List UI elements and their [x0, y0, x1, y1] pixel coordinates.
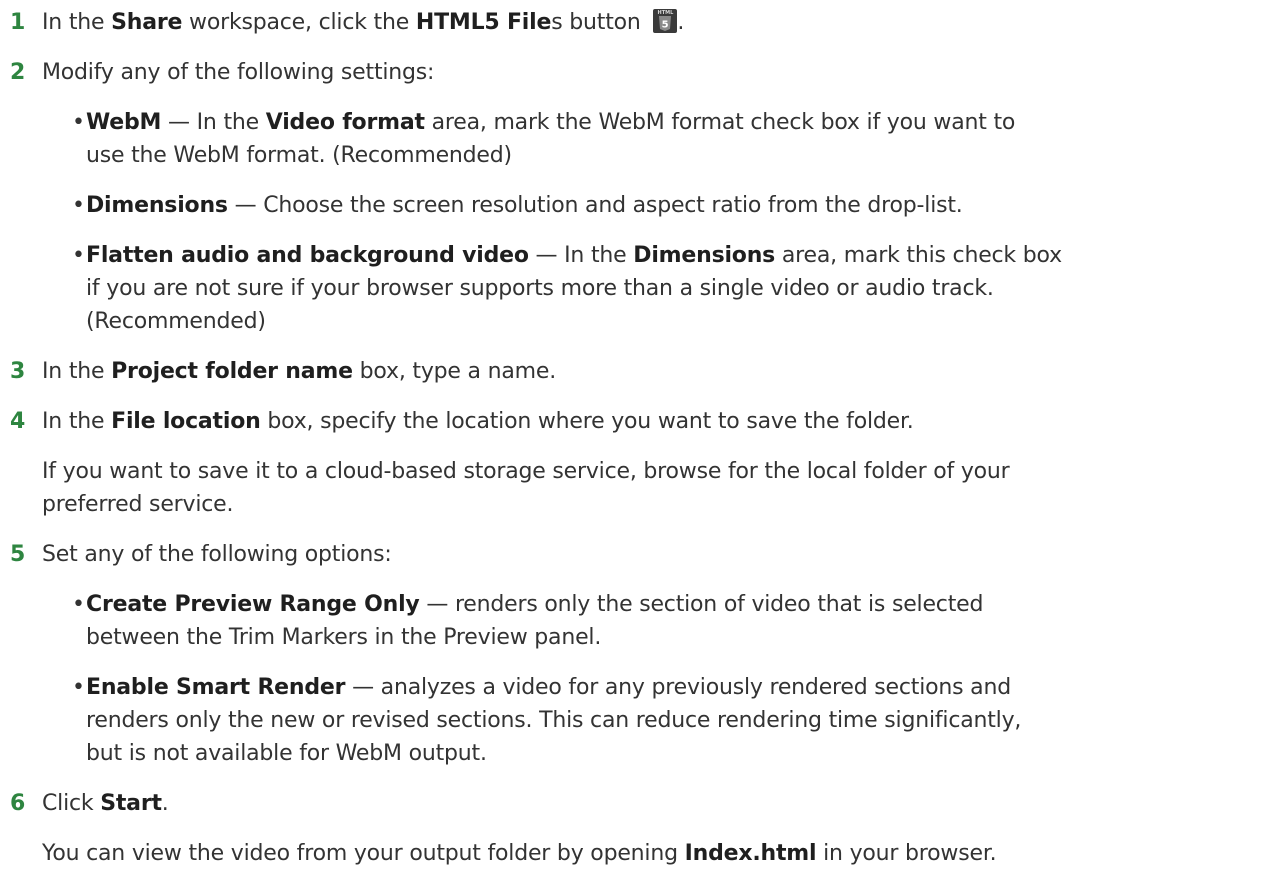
- step-text: Set any of the following options:: [42, 542, 392, 567]
- step-number: 1: [10, 10, 26, 35]
- setting-name: WebM: [86, 110, 162, 135]
- step-4-note: If you want to save it to a cloud-based …: [42, 459, 1010, 484]
- option-name: Create Preview Range Only: [86, 592, 420, 617]
- ui-term: HTML5 File: [415, 10, 552, 35]
- ui-term: Start: [100, 791, 162, 816]
- ui-term: Video format: [265, 110, 425, 135]
- step-text: In the File location box, specify the lo…: [42, 409, 914, 434]
- html5-files-icon: HTML 5: [653, 9, 678, 33]
- step-text: Click Start.: [42, 791, 169, 816]
- step-number: 4: [10, 409, 26, 434]
- step-number: 2: [10, 60, 26, 85]
- step-text: Modify any of the following settings:: [42, 60, 435, 85]
- step-text: In the Project folder name box, type a n…: [42, 359, 557, 384]
- ui-term: Share: [111, 10, 183, 35]
- step-number: 5: [10, 542, 26, 567]
- setting-name: Flatten audio and background video: [86, 243, 529, 268]
- step-4-note-line2: preferred service.: [42, 492, 234, 517]
- svg-text:5: 5: [662, 20, 669, 31]
- option-name: Enable Smart Render: [86, 675, 346, 700]
- ui-term: Project folder name: [111, 359, 353, 384]
- step-text: In the Share workspace, click the HTML5 …: [42, 9, 685, 35]
- step-6-note: You can view the video from your output …: [42, 841, 997, 866]
- ui-term: File location: [111, 409, 261, 434]
- ui-term: Dimensions: [633, 243, 776, 268]
- setting-name: Dimensions: [86, 193, 228, 218]
- step-number: 6: [10, 791, 26, 816]
- file-name: Index.html: [684, 841, 817, 866]
- step-number: 3: [10, 359, 26, 384]
